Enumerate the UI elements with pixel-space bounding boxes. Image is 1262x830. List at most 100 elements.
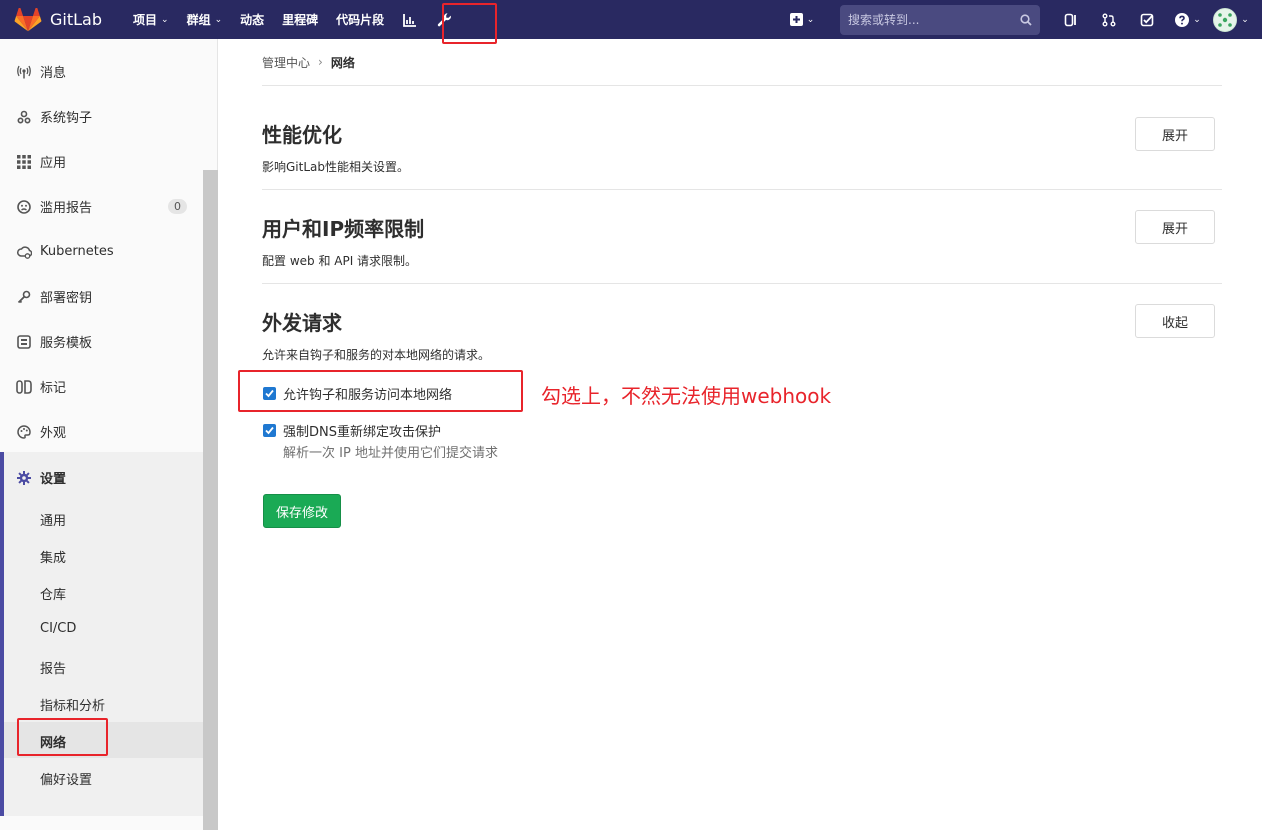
settings-subitem-repository[interactable]: 仓库 xyxy=(40,584,66,603)
count-badge: 0 xyxy=(168,199,187,214)
nav-milestones[interactable]: 里程碑 xyxy=(273,0,327,39)
hook-icon xyxy=(16,110,32,124)
settings-subitem-reporting[interactable]: 报告 xyxy=(40,658,66,677)
settings-subitem-metrics[interactable]: 指标和分析 xyxy=(40,695,105,714)
sidebar-item-service-templates[interactable]: 服务模板 xyxy=(0,319,203,364)
section-rate-limits: 用户和IP频率限制 配置 web 和 API 请求限制。 展开 xyxy=(262,190,1222,284)
nav-projects-label: 项目 xyxy=(133,13,158,27)
nav-activity-label: 动态 xyxy=(240,13,265,27)
settings-subitem-cicd[interactable]: CI/CD xyxy=(40,621,76,636)
nav-activity[interactable]: 动态 xyxy=(231,0,273,39)
sidebar-item-deploy-keys[interactable]: 部署密钥 xyxy=(0,274,203,319)
annotation-box-network xyxy=(17,718,108,756)
help-dropdown-button[interactable]: ⌄ xyxy=(1166,0,1210,39)
settings-subitem-preferences[interactable]: 偏好设置 xyxy=(40,769,92,788)
sidebar-item-label: 部署密钥 xyxy=(40,291,93,306)
sidebar-item-labels[interactable]: 标记 xyxy=(0,364,203,409)
sidebar-item-label: 标记 xyxy=(40,381,67,396)
nav-snippets-label: 代码片段 xyxy=(336,13,385,27)
sidebar-item-label: 设置 xyxy=(40,472,67,487)
section-description: 影响GitLab性能相关设置。 xyxy=(262,160,409,174)
section-title: 性能优化 xyxy=(262,123,342,147)
dns-rebinding-label: 强制DNS重新绑定攻击保护 xyxy=(283,425,441,440)
settings-subitem-general[interactable]: 通用 xyxy=(40,510,66,529)
sidebar-item-label: Kubernetes xyxy=(40,244,114,259)
sidebar-scrollbar[interactable] xyxy=(203,170,218,830)
section-performance: 性能优化 影响GitLab性能相关设置。 展开 xyxy=(262,86,1222,190)
gitlab-logo-icon xyxy=(14,7,42,31)
nav-milestones-label: 里程碑 xyxy=(282,13,319,27)
chevron-down-icon: ⌄ xyxy=(806,14,815,25)
settings-submenu xyxy=(0,452,203,816)
broadcast-icon xyxy=(16,65,32,79)
settings-subitem-integrations[interactable]: 集成 xyxy=(40,547,66,566)
sidebar-item-label: 滥用报告 xyxy=(40,201,93,216)
sidebar-item-label: 服务模板 xyxy=(40,336,93,351)
abuse-icon xyxy=(16,199,32,214)
nav-groups[interactable]: 群组 ⌄ xyxy=(178,0,232,39)
sidebar-item-system-hooks[interactable]: 系统钩子 xyxy=(0,94,203,139)
top-navbar: GitLab 项目 ⌄ 群组 ⌄ 动态 里程碑 代码片段 ⌄ 搜索或转到... … xyxy=(0,0,1262,39)
template-icon xyxy=(16,334,32,349)
dns-rebinding-checkbox[interactable] xyxy=(263,424,276,437)
todos-button[interactable] xyxy=(1128,0,1166,39)
issues-icon xyxy=(1064,13,1076,26)
user-menu-button[interactable]: ⌄ xyxy=(1210,0,1262,39)
admin-sidebar: 消息 系统钩子 应用 滥用报告 0 Kubernetes 部署密钥 服务模板 标… xyxy=(0,39,218,830)
collapse-button[interactable]: 收起 xyxy=(1135,304,1215,338)
save-changes-button[interactable]: 保存修改 xyxy=(263,494,341,528)
expand-button[interactable]: 展开 xyxy=(1135,210,1215,244)
breadcrumb-separator: › xyxy=(318,55,323,69)
sidebar-item-kubernetes[interactable]: Kubernetes xyxy=(0,229,203,274)
search-icon xyxy=(1020,13,1032,26)
search-placeholder: 搜索或转到... xyxy=(848,13,920,27)
main-content: 管理中心 › 网络 性能优化 影响GitLab性能相关设置。 展开 用户和IP频… xyxy=(262,39,1222,584)
chevron-down-icon: ⌄ xyxy=(1241,14,1249,25)
checkmark-icon xyxy=(265,426,274,435)
sidebar-item-abuse-reports[interactable]: 滥用报告 0 xyxy=(0,184,203,229)
annotation-note: 勾选上，不然无法使用webhook xyxy=(541,384,832,408)
section-outbound-requests: 外发请求 允许来自钩子和服务的对本地网络的请求。 收起 允许钩子和服务访问本地网… xyxy=(262,284,1222,584)
expand-button[interactable]: 展开 xyxy=(1135,117,1215,151)
sidebar-item-label: 应用 xyxy=(40,156,67,171)
section-header: 外发请求 允许来自钩子和服务的对本地网络的请求。 收起 xyxy=(262,304,1222,363)
breadcrumb-current: 网络 xyxy=(330,55,355,70)
sidebar-item-label: 消息 xyxy=(40,66,67,81)
sidebar-item-messages[interactable]: 消息 xyxy=(0,49,203,94)
sidebar-item-applications[interactable]: 应用 xyxy=(0,139,203,184)
sidebar-item-settings[interactable]: 设置 xyxy=(0,455,203,500)
chevron-down-icon: ⌄ xyxy=(1193,14,1201,25)
dns-rebinding-help: 解析一次 IP 地址并使用它们提交请求 xyxy=(283,446,498,461)
nav-snippets[interactable]: 代码片段 xyxy=(327,0,393,39)
dns-rebinding-option[interactable]: 强制DNS重新绑定攻击保护 xyxy=(263,421,441,440)
chevron-down-icon: ⌄ xyxy=(161,14,169,25)
search-input[interactable]: 搜索或转到... xyxy=(840,4,1040,35)
brand-name: GitLab xyxy=(50,10,102,29)
kubernetes-icon xyxy=(16,245,32,259)
section-description: 配置 web 和 API 请求限制。 xyxy=(262,254,418,268)
brand[interactable]: GitLab xyxy=(0,0,124,39)
key-icon xyxy=(16,290,32,304)
annotation-box-checkbox xyxy=(238,370,523,412)
palette-icon xyxy=(16,424,32,439)
nav-analytics-button[interactable] xyxy=(393,0,427,39)
help-icon xyxy=(1175,12,1190,27)
sidebar-item-appearance[interactable]: 外观 xyxy=(0,409,203,454)
plus-square-icon xyxy=(789,13,803,26)
merge-request-icon xyxy=(1102,13,1116,26)
breadcrumb-admin-link[interactable]: 管理中心 xyxy=(262,54,310,71)
annotation-box-admin xyxy=(442,3,497,44)
section-title: 用户和IP频率限制 xyxy=(262,217,425,241)
sidebar-item-label: 系统钩子 xyxy=(40,111,93,126)
nav-groups-label: 群组 xyxy=(186,13,211,27)
breadcrumb: 管理中心 › 网络 xyxy=(262,39,1222,86)
identicon-icon xyxy=(1218,12,1233,27)
new-dropdown-button[interactable]: ⌄ xyxy=(782,0,822,39)
section-description: 允许来自钩子和服务的对本地网络的请求。 xyxy=(262,348,491,362)
labels-icon xyxy=(16,379,32,394)
nav-projects[interactable]: 项目 ⌄ xyxy=(124,0,178,39)
issues-button[interactable] xyxy=(1052,0,1090,39)
avatar xyxy=(1213,7,1238,32)
merge-requests-button[interactable] xyxy=(1090,0,1128,39)
todo-check-icon xyxy=(1140,13,1154,26)
